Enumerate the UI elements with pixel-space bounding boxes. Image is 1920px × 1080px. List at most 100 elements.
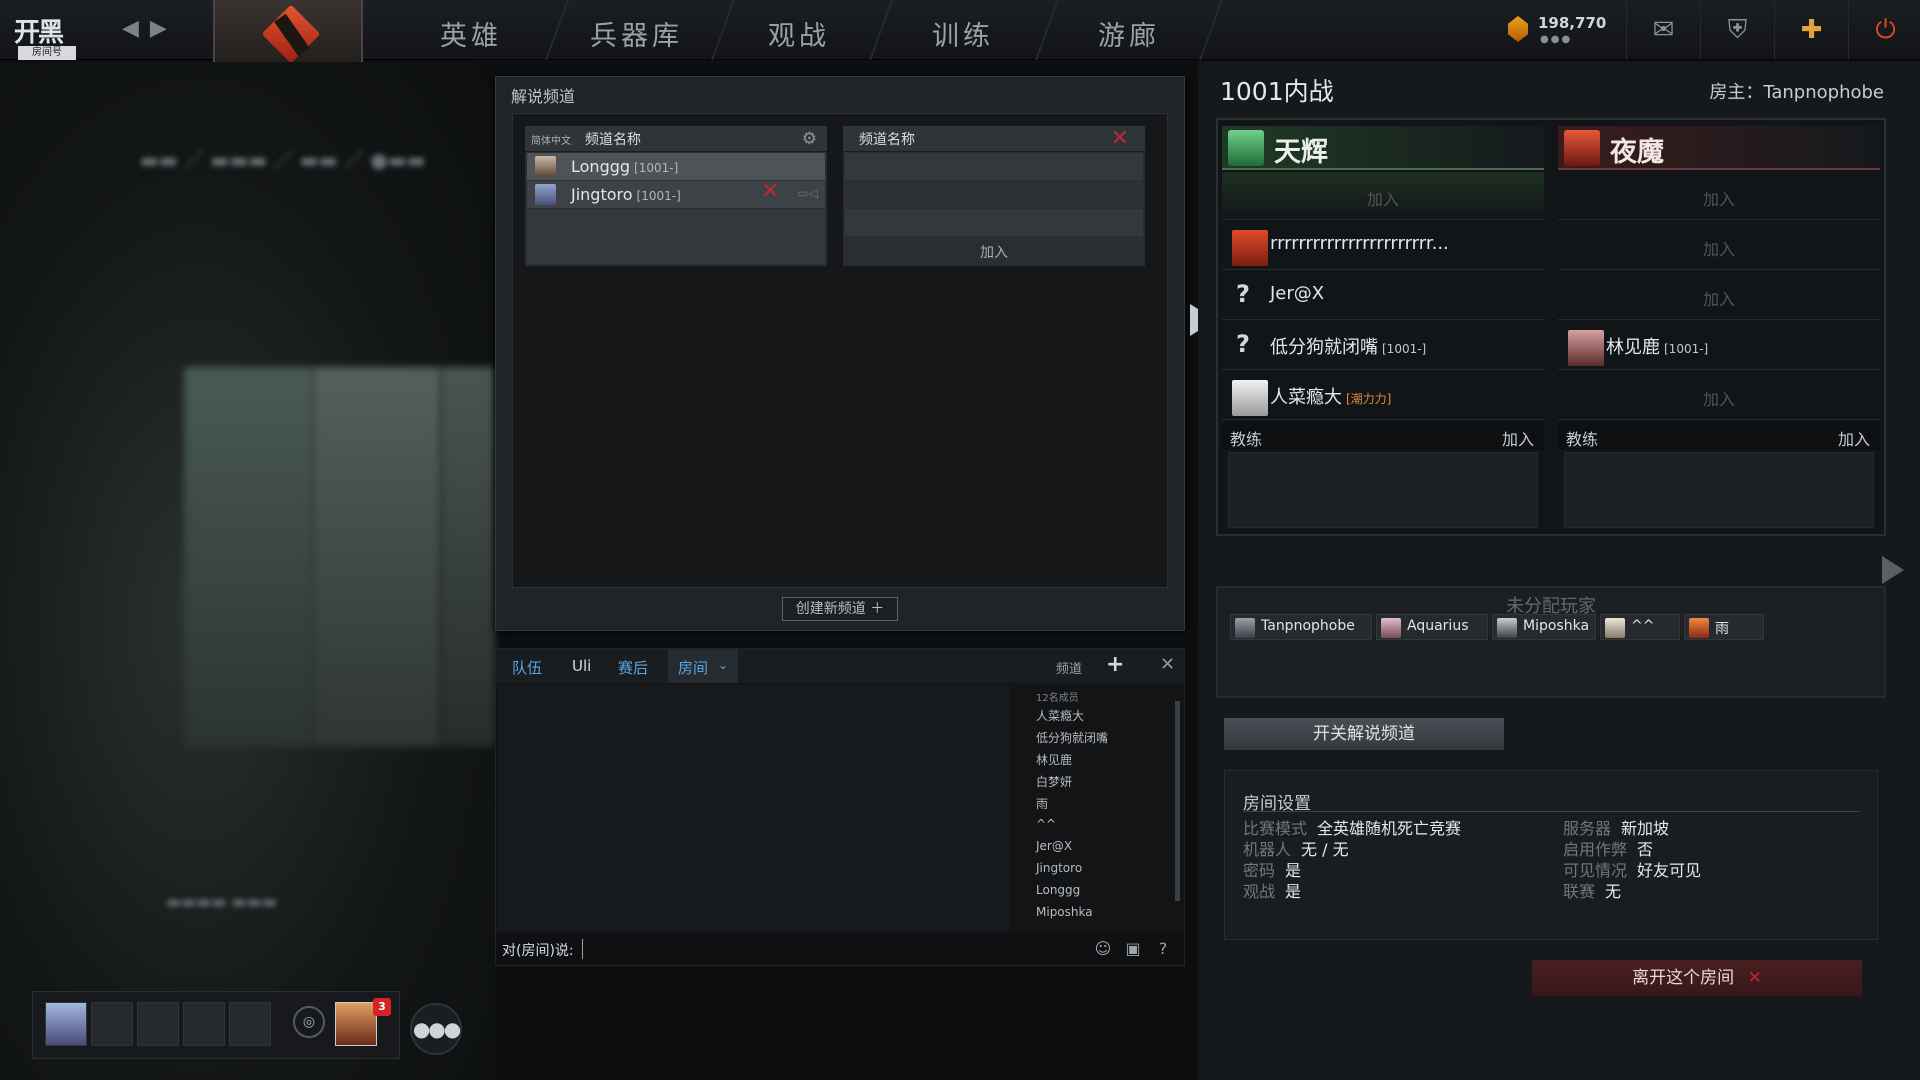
player-name-text: 人菜瘾大: [1270, 387, 1342, 408]
close-icon[interactable]: ✕: [1160, 654, 1175, 675]
list-item[interactable]: Miposhka: [1036, 905, 1093, 919]
party-slot-empty[interactable]: [137, 1002, 179, 1046]
emoji-icon[interactable]: ☺: [1092, 938, 1114, 960]
player-name: 林见鹿 [1001-]: [1606, 333, 1708, 359]
party-avatar-self[interactable]: [45, 1002, 87, 1046]
list-item[interactable]: 低分狗就闭嘴: [1036, 729, 1108, 746]
player-tag: [潮力力]: [1346, 392, 1392, 406]
radiant-slot-4[interactable]: ? 低分狗就闭嘴 [1001-]: [1222, 322, 1544, 370]
tab-lobby[interactable]: 房间: [678, 657, 708, 678]
friend-request-avatar[interactable]: [335, 1002, 377, 1046]
power-icon[interactable]: ⏻: [1848, 0, 1920, 60]
tab-armory[interactable]: 兵器库: [590, 14, 683, 53]
channel-language[interactable]: 简体中文: [531, 132, 571, 147]
help-icon[interactable]: ?: [1152, 938, 1174, 960]
dire-slot-4[interactable]: 林见鹿 [1001-]: [1558, 322, 1880, 370]
forward-arrow-icon[interactable]: ▶: [150, 16, 167, 41]
tab-team[interactable]: 队伍: [512, 657, 542, 678]
channel-member-row[interactable]: Longgg [1001-]: [527, 153, 825, 180]
tab-uli[interactable]: Uli: [572, 657, 591, 675]
join-slot-label[interactable]: 加入: [1558, 386, 1880, 410]
list-item[interactable]: 人菜瘾大: [1036, 707, 1084, 724]
emoticon-picker-icon[interactable]: ▣: [1122, 938, 1144, 960]
channels-label[interactable]: 频道: [1056, 658, 1082, 677]
toggle-commentary-button[interactable]: 开关解说频道: [1224, 718, 1504, 750]
empty-channel-slots: [527, 209, 825, 264]
shield-icon[interactable]: ⛨: [1700, 0, 1774, 60]
back-arrow-icon[interactable]: ◀: [122, 16, 139, 41]
radiant-slot-2[interactable]: rrrrrrrrrrrrrrrrrrrrrrr...: [1222, 222, 1544, 270]
camera-icon[interactable]: ▭◁: [797, 186, 818, 200]
party-slot-empty[interactable]: [183, 1002, 225, 1046]
list-item[interactable]: Longgg: [1036, 883, 1080, 897]
list-item[interactable]: Jer@X: [1036, 839, 1072, 853]
chat-messages: [498, 685, 1010, 931]
party-slot-empty[interactable]: [91, 1002, 133, 1046]
add-channel-icon[interactable]: +: [1106, 652, 1124, 677]
nav-separator: [1199, 0, 1223, 60]
party-slot-empty[interactable]: [229, 1002, 271, 1046]
friends-chat-icon[interactable]: ●●●: [410, 1003, 462, 1055]
radiant-icon: [1228, 130, 1264, 166]
hero-card-blur: [184, 367, 314, 747]
plus-icon[interactable]: ✚: [1774, 0, 1848, 60]
player-name: Aquarius: [1407, 618, 1469, 634]
tab-post-game[interactable]: 赛后: [618, 657, 648, 678]
radiant-slot-1[interactable]: 加入: [1222, 172, 1544, 220]
tab-arcade[interactable]: 游廊: [1098, 14, 1160, 53]
list-item[interactable]: 白梦妍: [1036, 773, 1072, 790]
dota-lobby-screen: 开黑 房间号 314761 ◀ ▶ 英雄 兵器库 观战 训练 游廊 198,77…: [0, 0, 1920, 1080]
dire-slot-3[interactable]: 加入: [1558, 272, 1880, 320]
headset-icon[interactable]: ◎: [293, 1006, 325, 1038]
list-item[interactable]: Jingtoro: [1036, 861, 1082, 875]
join-channel-button[interactable]: 加入: [845, 242, 1143, 262]
member-name: Jingtoro [1001-]: [571, 185, 681, 204]
dire-slot-2[interactable]: 加入: [1558, 222, 1880, 270]
member-name-text: Jingtoro: [571, 185, 633, 204]
list-item[interactable]: 林见鹿: [1036, 751, 1072, 768]
radiant-coach-slot[interactable]: [1228, 452, 1538, 528]
radiant-slot-5[interactable]: 人菜瘾大 [潮力力]: [1222, 372, 1544, 420]
avatar: [1497, 618, 1517, 638]
dire-coach-slot[interactable]: [1564, 452, 1874, 528]
join-coach-button[interactable]: 加入: [1502, 426, 1534, 450]
join-slot-label[interactable]: 加入: [1558, 186, 1880, 210]
join-slot-label[interactable]: 加入: [1558, 236, 1880, 260]
kick-icon[interactable]: ✕: [761, 179, 779, 204]
member-list-scrollbar[interactable]: [1175, 701, 1180, 901]
channel-header: 频道名称 ✕: [843, 126, 1145, 152]
list-item[interactable]: ^^: [1036, 817, 1056, 831]
unassigned-player[interactable]: 雨: [1684, 614, 1764, 640]
create-channel-button[interactable]: 创建新频道 ＋: [782, 597, 898, 621]
dire-name: 夜魔: [1610, 137, 1664, 168]
unassigned-player[interactable]: ^^: [1600, 614, 1680, 640]
dire-slot-5[interactable]: 加入: [1558, 372, 1880, 420]
nav-back-forward[interactable]: ◀ ▶: [122, 16, 167, 41]
tab-heroes[interactable]: 英雄: [440, 14, 502, 53]
avatar: [1232, 380, 1268, 416]
channel-member-row[interactable]: Jingtoro [1001-] ✕ ▭◁: [527, 179, 825, 208]
notification-badge: 3: [373, 998, 391, 1016]
close-channel-icon[interactable]: ✕: [1111, 126, 1129, 151]
unassigned-player[interactable]: Miposhka: [1492, 614, 1596, 640]
expand-arrow-icon[interactable]: [1882, 556, 1904, 584]
radiant-slot-3[interactable]: ? Jer@X: [1222, 272, 1544, 320]
hero-card-blur: [312, 367, 442, 747]
gear-icon[interactable]: ⚙: [802, 129, 817, 149]
mail-icon[interactable]: ✉: [1626, 0, 1700, 60]
list-item[interactable]: 雨: [1036, 795, 1048, 812]
dire-slot-1[interactable]: 加入: [1558, 172, 1880, 220]
nav-separator: [711, 0, 735, 60]
join-slot-label[interactable]: 加入: [1222, 186, 1544, 210]
tab-watch[interactable]: 观战: [768, 14, 830, 53]
tab-learn[interactable]: 训练: [932, 14, 994, 53]
setting-value: 是: [1285, 882, 1302, 901]
avatar: [1232, 230, 1268, 266]
leave-lobby-button[interactable]: 离开这个房间 ✕: [1532, 960, 1862, 996]
unassigned-player[interactable]: Aquarius: [1376, 614, 1488, 640]
unassigned-player[interactable]: Tanpnophobe: [1230, 614, 1372, 640]
join-coach-button[interactable]: 加入: [1838, 426, 1870, 450]
join-slot-label[interactable]: 加入: [1558, 286, 1880, 310]
chat-input[interactable]: [582, 939, 982, 959]
chevron-down-icon[interactable]: ⌄: [718, 658, 728, 672]
